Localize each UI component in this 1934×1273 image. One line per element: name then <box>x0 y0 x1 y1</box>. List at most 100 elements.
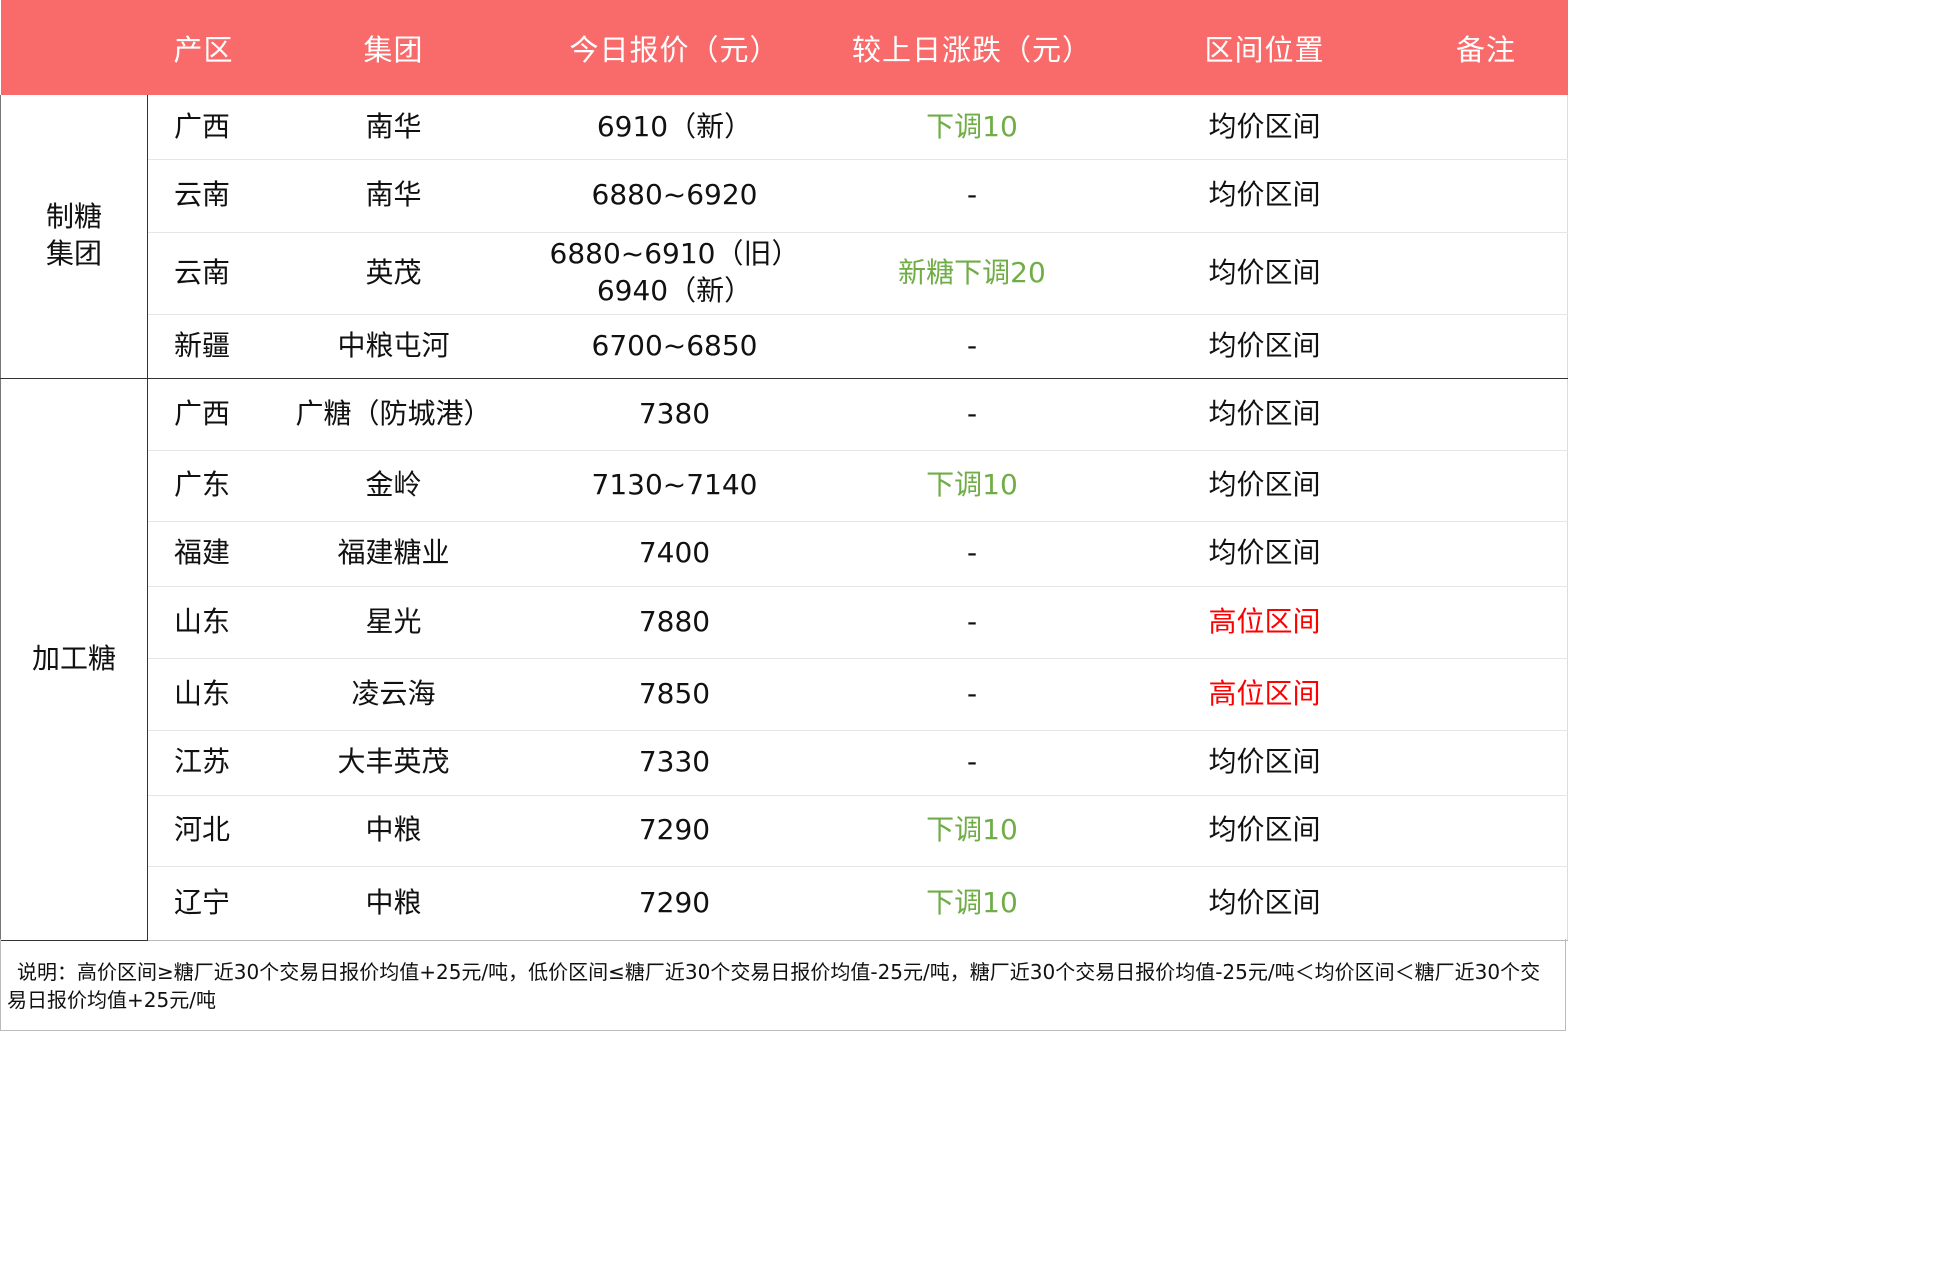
footnote-text: 说明：高价区间≥糖厂近30个交易日报价均值+25元/吨，低价区间≤糖厂近30个交… <box>7 960 1541 1012</box>
table-row: 山东 凌云海 7850 - 高位区间 <box>1 658 1568 731</box>
price-value: 7850 <box>638 676 711 710</box>
price-value: 7330 <box>638 745 711 779</box>
price-value: 6880~6910（旧） <box>549 237 800 271</box>
price-cell: 7880 <box>529 586 820 659</box>
table-row: 加工糖 广西 广糖（防城港） 7380- 均价区间 <box>0 378 1568 941</box>
group-label: 制糖集团 <box>0 95 148 379</box>
header-company: 集团 <box>257 0 530 95</box>
price-cell: 7380 <box>529 378 820 451</box>
price-value: 7290 <box>638 885 711 919</box>
company-cell: 南华 <box>257 159 530 233</box>
group-label: 加工糖 <box>0 378 148 941</box>
change-cell: - <box>819 314 1125 379</box>
position-cell: 均价区间 <box>1124 795 1405 867</box>
region-cell: 广东 <box>147 450 258 522</box>
price-value: 7380 <box>638 396 711 430</box>
position-cell: 均价区间 <box>1124 232 1405 315</box>
note-cell <box>1404 521 1568 587</box>
company-cell: 英茂 <box>257 232 530 315</box>
note-cell <box>1404 232 1568 315</box>
price-sheet: 产区 集团 今日报价（元） 较上日涨跌（元） 区间位置 备注 制糖集团 广西 南华 6… <box>0 0 1568 1032</box>
note-cell <box>1404 658 1568 731</box>
table-row: 广东 金岭 7130~7140 下调10 均价区间 <box>1 450 1568 522</box>
sugar-price-table: 产区 集团 今日报价（元） 较上日涨跌（元） 区间位置 备注 制糖集团 广西 南华 6… <box>0 0 1568 941</box>
region-cell: 云南 <box>147 232 258 315</box>
company-cell: 中粮屯河 <box>257 314 530 379</box>
position-cell: 高位区间 <box>1124 658 1405 731</box>
change-cell: 下调10 <box>819 95 1125 160</box>
company-cell: 广糖（防城港） <box>257 378 530 451</box>
region-cell: 云南 <box>147 159 258 233</box>
price-cell: 7130~7140 <box>529 450 820 522</box>
header-region: 产区 <box>147 0 258 95</box>
company-cell: 星光 <box>257 586 530 659</box>
region-cell: 辽宁 <box>147 866 258 941</box>
header-note: 备注 <box>1404 0 1568 95</box>
region-cell: 新疆 <box>147 314 258 379</box>
price-cell: 7290 <box>529 866 820 941</box>
position-cell: 高位区间 <box>1124 586 1405 659</box>
note-cell <box>1404 95 1568 160</box>
region-cell: 福建 <box>147 521 258 587</box>
position-cell: 均价区间 <box>1124 378 1405 451</box>
price-value: 6700~6850 <box>591 328 758 362</box>
price-value: 6880~6920 <box>591 178 758 212</box>
header-price: 今日报价（元） <box>529 0 820 95</box>
change-cell: - <box>819 586 1125 659</box>
table-row: 云南 南华 6880~6920 - 均价区间 <box>1 159 1568 233</box>
price-value: 7290 <box>638 813 711 847</box>
price-cell: 6700~6850 <box>529 314 820 379</box>
position-cell: 均价区间 <box>1124 866 1405 941</box>
change-cell: - <box>819 730 1125 796</box>
table-row: 制糖集团 广西 南华 6910（新） 下调10 均价区间 <box>0 95 1568 379</box>
header-position: 区间位置 <box>1124 0 1405 95</box>
company-cell: 福建糖业 <box>257 521 530 587</box>
price-cell: 7400 <box>529 521 820 587</box>
note-cell <box>1404 795 1568 867</box>
price-value-line2: 6940（新） <box>596 274 753 307</box>
note-cell <box>1404 159 1568 233</box>
company-cell: 金岭 <box>257 450 530 522</box>
company-cell: 凌云海 <box>257 658 530 731</box>
note-cell <box>1404 730 1568 796</box>
position-cell: 均价区间 <box>1124 521 1405 587</box>
price-value: 7880 <box>638 604 711 638</box>
position-cell: 均价区间 <box>1124 450 1405 522</box>
table-row: 山东 星光 7880 - 高位区间 <box>1 586 1568 659</box>
table-row: 云南 英茂 6880~6910（旧） 6940（新） 新糖下调20 均价区间 <box>1 232 1568 315</box>
company-cell: 中粮 <box>257 866 530 941</box>
change-cell: - <box>819 658 1125 731</box>
change-cell: - <box>819 159 1125 233</box>
change-cell: 下调10 <box>819 866 1125 941</box>
region-cell: 山东 <box>147 658 258 731</box>
price-cell: 7290 <box>529 795 820 867</box>
table-row: 辽宁 中粮 7290 下调10 均价区间 <box>1 866 1568 941</box>
table-row: 福建 福建糖业 7400 - 均价区间 <box>1 521 1568 587</box>
change-cell: - <box>819 378 1125 451</box>
note-cell <box>1404 586 1568 659</box>
header-group-cell <box>0 0 148 95</box>
region-cell: 广西 <box>147 95 258 160</box>
table-row: 河北 中粮 7290 下调10 均价区间 <box>1 795 1568 867</box>
region-cell: 山东 <box>147 586 258 659</box>
table-header-row: 产区 集团 今日报价（元） 较上日涨跌（元） 区间位置 备注 <box>0 0 1568 95</box>
note-cell <box>1404 378 1568 451</box>
table-row: 江苏 大丰英茂 7330 - 均价区间 <box>1 730 1568 796</box>
region-cell: 广西 <box>147 378 258 451</box>
change-cell: 新糖下调20 <box>819 232 1125 315</box>
note-cell <box>1404 314 1568 379</box>
note-cell <box>1404 866 1568 941</box>
position-cell: 均价区间 <box>1124 314 1405 379</box>
company-cell: 中粮 <box>257 795 530 867</box>
table-row: 新疆 中粮屯河 6700~6850 - 均价区间 <box>1 314 1568 379</box>
price-value: 6910（新） <box>596 109 753 143</box>
price-cell: 7850 <box>529 658 820 731</box>
region-cell: 河北 <box>147 795 258 867</box>
table-body: 制糖集团 广西 南华 6910（新） 下调10 均价区间 云南 南华 6880~6920- 均价区… <box>0 95 1568 941</box>
change-cell: 下调10 <box>819 795 1125 867</box>
region-cell: 江苏 <box>147 730 258 796</box>
change-cell: - <box>819 521 1125 587</box>
note-cell <box>1404 450 1568 522</box>
footnote: 说明：高价区间≥糖厂近30个交易日报价均值+25元/吨，低价区间≤糖厂近30个交… <box>0 939 1566 1031</box>
price-value: 7130~7140 <box>591 468 758 502</box>
